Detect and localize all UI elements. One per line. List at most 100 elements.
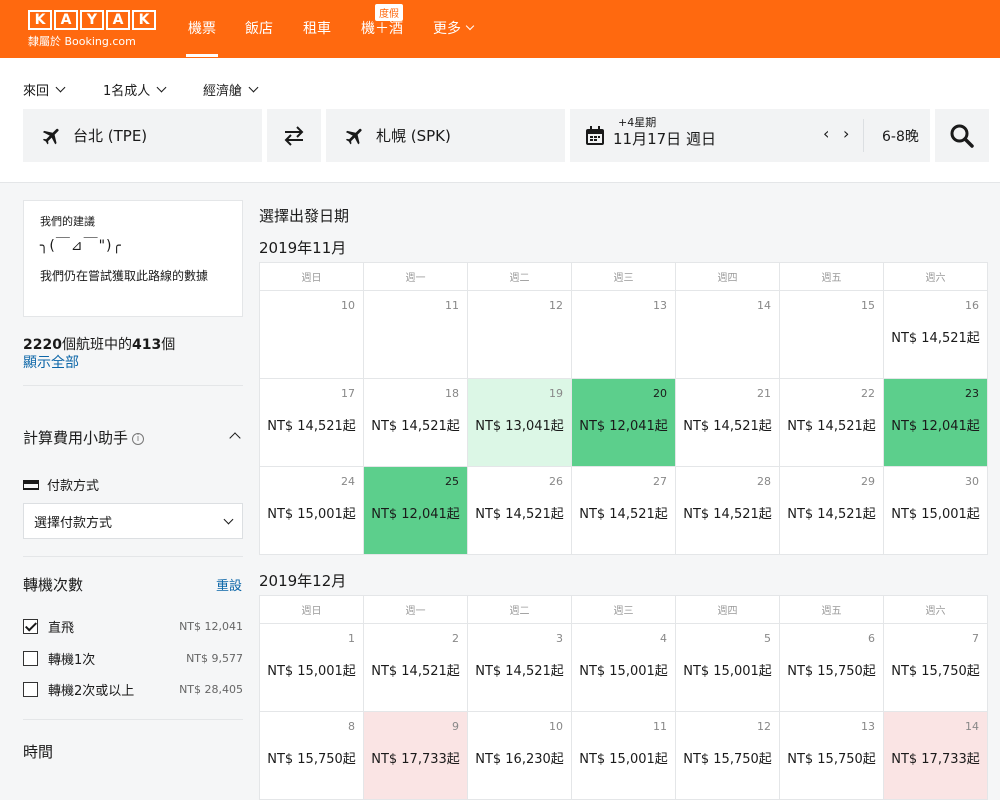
trip-type-dropdown[interactable]: 來回 xyxy=(23,80,66,99)
calendar-day[interactable]: 8 NT$ 15,750起 xyxy=(260,712,364,800)
calendar-day[interactable]: 27 NT$ 14,521起 xyxy=(572,467,676,555)
next-date-button[interactable]: › xyxy=(843,124,849,143)
calendar-day[interactable]: 23 NT$ 12,041起 xyxy=(884,379,988,467)
checkbox[interactable] xyxy=(23,682,38,697)
calendar-day[interactable]: 28 NT$ 14,521起 xyxy=(676,467,780,555)
calendar-day[interactable]: 21 NT$ 14,521起 xyxy=(676,379,780,467)
day-price: NT$ 15,750起 xyxy=(787,752,876,767)
month-calendar-nov: 週日 週一 週二 週三 週四 週五 週六 10 11 12 13 14 15 16 NT$ 14,521起 1… xyxy=(259,262,988,555)
chevron-up-icon[interactable] xyxy=(229,432,241,444)
travelers-dropdown[interactable]: 1名成人 xyxy=(103,80,167,99)
date-divider xyxy=(863,119,864,152)
day-number: 4 xyxy=(660,632,667,645)
show-all-link[interactable]: 顯示全部 xyxy=(23,352,79,372)
stop-option-two-plus[interactable]: 轉機2次或以上 NT$ 28,405 xyxy=(23,680,243,699)
day-number: 24 xyxy=(341,475,355,488)
calendar-day[interactable]: 18 NT$ 14,521起 xyxy=(364,379,468,467)
day-number: 19 xyxy=(549,387,563,400)
calendar-day[interactable]: 6 NT$ 15,750起 xyxy=(780,624,884,712)
fee-calculator-title[interactable]: 計算費用小助手 i xyxy=(23,427,145,448)
calendar-day[interactable]: 1 NT$ 15,001起 xyxy=(260,624,364,712)
month-calendar-dec: 週日 週一 週二 週三 週四 週五 週六 1 NT$ 15,001起 2 NT$ 14,521起 3 N… xyxy=(259,595,988,800)
day-number: 2 xyxy=(452,632,459,645)
calendar-day[interactable]: 13 NT$ 15,750起 xyxy=(780,712,884,800)
payment-method-select[interactable]: 選擇付款方式 xyxy=(23,503,243,539)
calendar-day[interactable]: 29 NT$ 14,521起 xyxy=(780,467,884,555)
stop-option-label: 直飛 xyxy=(48,621,75,636)
day-number: 13 xyxy=(861,720,875,733)
day-price: NT$ 15,750起 xyxy=(891,664,980,679)
calendar-day[interactable]: 9 NT$ 17,733起 xyxy=(364,712,468,800)
day-price: NT$ 15,001起 xyxy=(579,752,668,767)
calendar-day[interactable]: 7 NT$ 15,750起 xyxy=(884,624,988,712)
search-button[interactable] xyxy=(935,109,989,162)
day-number: 21 xyxy=(757,387,771,400)
calendar-day[interactable]: 22 NT$ 14,521起 xyxy=(780,379,884,467)
weekday-header: 週四 xyxy=(676,596,780,624)
plane-icon xyxy=(42,128,59,144)
cabin-dropdown[interactable]: 經濟艙 xyxy=(203,80,259,99)
month-title: 2019年12月 xyxy=(259,572,347,590)
day-number: 13 xyxy=(653,299,667,312)
info-icon[interactable]: i xyxy=(132,432,145,445)
calendar-day[interactable]: 2 NT$ 14,521起 xyxy=(364,624,468,712)
calendar-day[interactable]: 15 xyxy=(780,291,884,379)
day-number: 11 xyxy=(653,720,667,733)
origin-field[interactable]: 台北 (TPE) xyxy=(23,109,262,162)
calendar-day[interactable]: 16 NT$ 14,521起 xyxy=(884,291,988,379)
swap-icon xyxy=(284,125,304,146)
time-filter-title[interactable]: 時間 xyxy=(23,741,53,762)
calendar-day[interactable]: 24 NT$ 15,001起 xyxy=(260,467,364,555)
nav-more[interactable]: 更多 xyxy=(433,18,475,38)
calendar-day[interactable]: 3 NT$ 14,521起 xyxy=(468,624,572,712)
nights-value[interactable]: 6-8晚 xyxy=(882,126,919,146)
nav-flights[interactable]: 機票 xyxy=(186,18,218,57)
calendar-day[interactable]: 10 xyxy=(260,291,364,379)
day-price: NT$ 17,733起 xyxy=(891,752,980,767)
day-number: 20 xyxy=(653,387,667,400)
weekday-header: 週六 xyxy=(884,596,988,624)
calendar-day[interactable]: 14 NT$ 17,733起 xyxy=(884,712,988,800)
calendar-day[interactable]: 12 xyxy=(468,291,572,379)
calendar-day[interactable]: 20 NT$ 12,041起 xyxy=(572,379,676,467)
calendar-day[interactable]: 14 xyxy=(676,291,780,379)
checkbox[interactable] xyxy=(23,619,38,634)
day-price: NT$ 12,041起 xyxy=(891,419,980,434)
calendar-day[interactable]: 19 NT$ 13,041起 xyxy=(468,379,572,467)
stop-option-price: NT$ 28,405 xyxy=(179,683,243,696)
weekday-header: 週日 xyxy=(260,596,364,624)
calendar-day[interactable]: 26 NT$ 14,521起 xyxy=(468,467,572,555)
day-number: 14 xyxy=(965,720,979,733)
calendar-day[interactable]: 13 xyxy=(572,291,676,379)
calendar-day[interactable]: 5 NT$ 15,001起 xyxy=(676,624,780,712)
day-number: 30 xyxy=(965,475,979,488)
calendar-day[interactable]: 11 NT$ 15,001起 xyxy=(572,712,676,800)
nav-packages[interactable]: 機＋酒 xyxy=(361,18,403,38)
swap-button[interactable] xyxy=(267,109,321,162)
day-number: 16 xyxy=(965,299,979,312)
calendar-day[interactable]: 12 NT$ 15,750起 xyxy=(676,712,780,800)
chevron-down-icon xyxy=(465,21,475,31)
calendar-day[interactable]: 17 NT$ 14,521起 xyxy=(260,379,364,467)
day-number: 5 xyxy=(764,632,771,645)
day-price: NT$ 15,750起 xyxy=(267,752,356,767)
nav-more-label: 更多 xyxy=(433,21,461,37)
stops-reset-link[interactable]: 重設 xyxy=(216,575,242,594)
calendar-day[interactable]: 30 NT$ 15,001起 xyxy=(884,467,988,555)
stop-option-nonstop[interactable]: 直飛 NT$ 12,041 xyxy=(23,617,243,636)
stop-option-price: NT$ 12,041 xyxy=(179,620,243,633)
destination-field[interactable]: 札幌 (SPK) xyxy=(326,109,565,162)
checkbox[interactable] xyxy=(23,651,38,666)
day-price: NT$ 16,230起 xyxy=(475,752,564,767)
calendar-day[interactable]: 11 xyxy=(364,291,468,379)
calendar-day[interactable]: 4 NT$ 15,001起 xyxy=(572,624,676,712)
day-number: 3 xyxy=(556,632,563,645)
calendar-day[interactable]: 25 NT$ 12,041起 xyxy=(364,467,468,555)
prev-date-button[interactable]: ‹ xyxy=(823,124,829,143)
nav-cars[interactable]: 租車 xyxy=(303,18,331,38)
stop-option-one-stop[interactable]: 轉機1次 NT$ 9,577 xyxy=(23,649,243,668)
kayak-logo[interactable]: K A Y A K 隸屬於 Booking.com xyxy=(28,10,156,49)
nav-hotels[interactable]: 飯店 xyxy=(245,18,273,38)
calendar-day[interactable]: 10 NT$ 16,230起 xyxy=(468,712,572,800)
day-number: 29 xyxy=(861,475,875,488)
